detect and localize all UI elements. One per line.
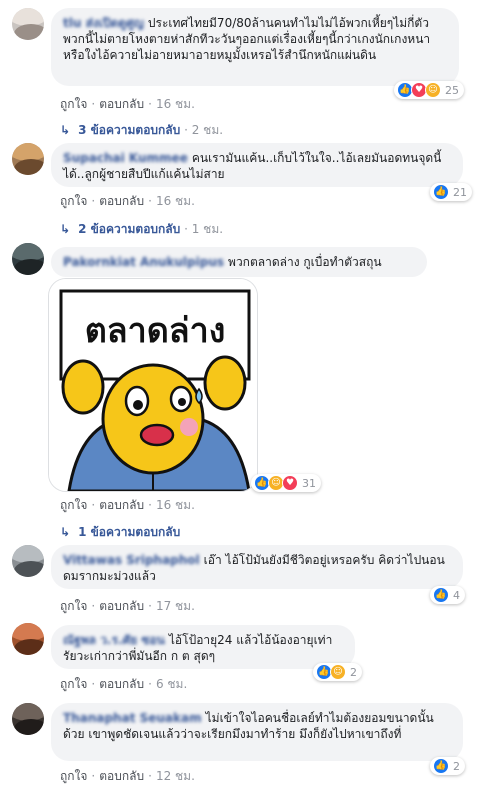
comment-actions: ถูกใจ · ตอบกลับ · 16 ชม. — [60, 97, 195, 111]
reply-link[interactable]: ตอบกลับ — [99, 498, 144, 512]
author-name[interactable]: Thanaphat Seuakam — [63, 711, 202, 725]
reply-link[interactable]: ตอบกลับ — [99, 97, 144, 111]
reply-link[interactable]: ตอบกลับ — [99, 769, 144, 783]
reaction-count: 21 — [453, 185, 467, 199]
thumbs-up-icon: 👍 — [433, 184, 449, 200]
avatar[interactable] — [12, 703, 44, 735]
timestamp[interactable]: 6 ชม. — [156, 677, 187, 691]
like-link[interactable]: ถูกใจ — [60, 97, 87, 111]
reply-arrow-icon: ↳ — [60, 525, 71, 539]
reply-link[interactable]: ตอบกลับ — [99, 194, 144, 208]
thumbs-up-icon: 👍 — [433, 587, 449, 603]
timestamp[interactable]: 12 ชม. — [156, 769, 195, 783]
avatar[interactable] — [12, 143, 44, 175]
reaction-count: 25 — [445, 83, 459, 97]
like-link[interactable]: ถูกใจ — [60, 599, 87, 613]
reaction-count: 4 — [453, 588, 460, 602]
author-name[interactable]: tlu ส่งเปิดดูศูญ — [63, 16, 144, 30]
replies-time: 1 ชม. — [191, 222, 224, 236]
view-replies[interactable]: ↳ 1 ข้อความตอบกลับ — [60, 523, 180, 542]
reaction-summary[interactable]: 👍 4 — [430, 586, 465, 604]
avatar[interactable] — [12, 545, 44, 577]
comment-bubble: Pakornkiat Anukulpipus พวกตลาดล่าง กูเบื่… — [51, 247, 427, 277]
reaction-summary[interactable]: 👍 21 — [430, 183, 472, 201]
reaction-count: 31 — [302, 476, 316, 490]
author-name[interactable]: Vittawas Sriphaphol — [63, 553, 200, 567]
like-link[interactable]: ถูกใจ — [60, 194, 87, 208]
comment-actions: ถูกใจ · ตอบกลับ · 12 ชม. — [60, 769, 195, 783]
reaction-summary[interactable]: 👍 2 — [430, 757, 465, 775]
reaction-count: 2 — [350, 665, 357, 679]
comment-actions: ถูกใจ · ตอบกลับ · 17 ชม. — [60, 599, 195, 613]
comment-actions: ถูกใจ · ตอบกลับ · 16 ชม. — [60, 498, 195, 512]
comment-actions: ถูกใจ · ตอบกลับ · 16 ชม. — [60, 194, 195, 208]
heart-icon: ♥ — [282, 475, 298, 491]
thumbs-up-icon: 👍 — [433, 758, 449, 774]
timestamp[interactable]: 16 ชม. — [156, 498, 195, 512]
timestamp[interactable]: 17 ชม. — [156, 599, 195, 613]
reply-arrow-icon: ↳ — [60, 222, 71, 236]
comment-bubble: Vittawas Sriphaphol เอ๊า ไอ้โป้มันยังมีชี… — [51, 545, 463, 589]
avatar[interactable] — [12, 243, 44, 275]
reaction-count: 2 — [453, 759, 460, 773]
view-replies[interactable]: ↳ 3 ข้อความตอบกลับ · 2 ชม. — [60, 121, 223, 140]
replies-link[interactable]: 1 ข้อความตอบกลับ — [78, 525, 180, 539]
reply-arrow-icon: ↳ — [60, 123, 71, 137]
sticker-image[interactable]: ตลาดล่าง — [48, 278, 258, 492]
comment-text: พวกตลาดล่าง กูเบื่อทำตัวสถุน — [228, 255, 382, 269]
avatar[interactable] — [12, 8, 44, 40]
sticker-sign-text: ตลาดล่าง — [84, 311, 226, 351]
reaction-summary[interactable]: 👍 ☺ ♥ 31 — [251, 474, 321, 492]
comment-bubble: tlu ส่งเปิดดูศูญ ประเทศไทยมี70/80ล้านคนทำ… — [51, 8, 459, 86]
reaction-summary[interactable]: 👍 ☺ 2 — [313, 663, 362, 681]
author-name[interactable]: Pakornkiat Anukulpipus — [63, 255, 224, 269]
comment-actions: ถูกใจ · ตอบกลับ · 6 ชม. — [60, 677, 188, 691]
replies-link[interactable]: 2 ข้อความตอบกลับ — [78, 222, 180, 236]
reaction-summary[interactable]: 👍 ♥ ☺ 25 — [394, 81, 464, 99]
like-link[interactable]: ถูกใจ — [60, 677, 87, 691]
view-replies[interactable]: ↳ 2 ข้อความตอบกลับ · 1 ชม. — [60, 220, 223, 239]
avatar[interactable] — [12, 623, 44, 655]
replies-time: 2 ชม. — [191, 123, 224, 137]
comment-bubble: ณัฐพล ว.ร.ศัย ซอน ไอ้โป้อายุ24 แล้วไอ้น้อ… — [51, 625, 355, 669]
laughing-face-icon: ☺ — [425, 82, 441, 98]
author-name[interactable]: Supachai Kummee — [63, 151, 188, 165]
timestamp[interactable]: 16 ชม. — [156, 194, 195, 208]
replies-link[interactable]: 3 ข้อความตอบกลับ — [78, 123, 180, 137]
author-name[interactable]: ณัฐพล ว.ร.ศัย ซอน — [63, 633, 165, 647]
laughing-face-icon: ☺ — [330, 664, 346, 680]
reply-link[interactable]: ตอบกลับ — [99, 677, 144, 691]
like-link[interactable]: ถูกใจ — [60, 769, 87, 783]
reply-link[interactable]: ตอบกลับ — [99, 599, 144, 613]
comment-bubble: Thanaphat Seuakam ไม่เข้าใจไอคนชื่อเลย์ทำ… — [51, 703, 463, 761]
like-link[interactable]: ถูกใจ — [60, 498, 87, 512]
timestamp[interactable]: 16 ชม. — [156, 97, 195, 111]
comment-bubble: Supachai Kummee คนเรามันแค้น..เก็บไว้ในใจ… — [51, 143, 463, 187]
